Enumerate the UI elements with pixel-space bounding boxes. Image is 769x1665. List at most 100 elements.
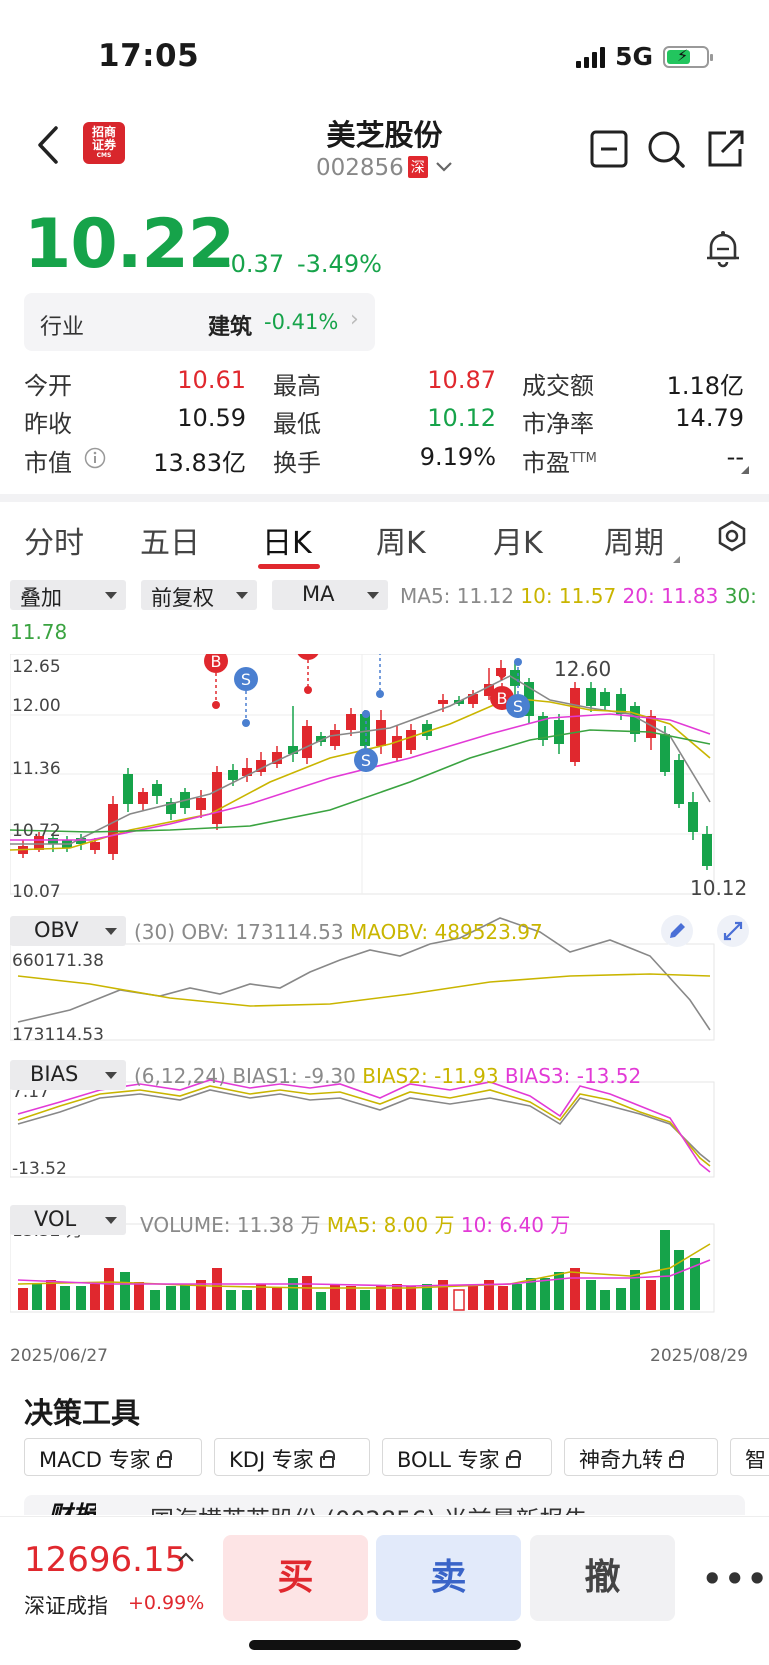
bias-params: (6,12,24) — [134, 1064, 226, 1088]
volume-bar — [346, 1286, 356, 1310]
exchange-badge: 深 — [407, 156, 428, 178]
candle-body — [376, 720, 386, 746]
bias3-value: BIAS3: -13.52 — [504, 1064, 642, 1088]
industry-link[interactable]: 行业 建筑 -0.41% › — [24, 293, 375, 351]
adjust-selector[interactable]: 前复权 — [141, 580, 257, 610]
obv-selector[interactable]: OBV — [10, 916, 126, 946]
volume-bar — [90, 1284, 100, 1310]
tool-boll[interactable]: BOLL 专家 — [382, 1438, 552, 1476]
stat-label-high: 最高 — [273, 372, 321, 400]
tab-monthly-k[interactable]: 月K — [493, 518, 543, 562]
tab-daily-k[interactable]: 日K — [262, 518, 312, 562]
stat-value-high: 10.87 — [427, 366, 496, 394]
marker-label: B — [497, 689, 508, 708]
candle-body — [660, 734, 670, 772]
obv-value: OBV: 173114.53 — [181, 920, 344, 944]
minus-box-icon[interactable] — [588, 128, 630, 170]
volume-bar — [46, 1280, 56, 1310]
obv-axis-bottom: 173114.53 — [12, 1025, 104, 1045]
info-icon[interactable] — [84, 447, 106, 469]
ma30-readout: 30: — [724, 584, 757, 608]
lock-icon — [505, 1450, 521, 1468]
index-value[interactable]: 12696.15 — [24, 1540, 186, 1580]
sell-button[interactable]: 卖 — [376, 1535, 521, 1621]
expand-stats-icon[interactable] — [741, 466, 749, 474]
volume-panel — [17, 1230, 711, 1311]
volume-bar — [120, 1272, 130, 1310]
ma-readout: MA5: 11.12 10: 11.57 20: 11.83 30: — [400, 584, 757, 608]
settings-icon[interactable] — [716, 520, 748, 552]
maobv-value: MAOBV: 489523.97 — [349, 920, 543, 944]
bias1-line — [17, 1089, 711, 1163]
bias-panel — [17, 1079, 711, 1173]
obv-readout: (30) OBV: 173114.53 MAOBV: 489523.97 — [134, 920, 543, 944]
tab-weekly-k[interactable]: 周K — [376, 518, 426, 562]
ma20-readout: 20: 11.83 — [622, 584, 719, 608]
tab-period[interactable]: 周期 — [604, 518, 664, 562]
index-name: 深证成指 — [24, 1594, 108, 1618]
vol-ma10-value: 10: 6.40 万 — [460, 1213, 571, 1237]
volume-bar — [180, 1284, 190, 1310]
status-time: 17:05 — [98, 38, 200, 74]
volume-bar — [256, 1284, 266, 1310]
ma5-readout: MA5: 11.12 — [400, 584, 515, 608]
buy-button[interactable]: 买 — [223, 1535, 368, 1621]
volume-bar — [212, 1268, 222, 1310]
more-menu-icon[interactable]: ••• — [702, 1560, 769, 1598]
volume-bar — [616, 1288, 626, 1310]
stat-label-open: 今开 — [24, 372, 72, 400]
tool-macd[interactable]: MACD 专家 — [24, 1438, 202, 1476]
vol-selector[interactable]: VOL — [10, 1205, 126, 1235]
stat-value-turnover-amount: 1.18亿 — [666, 372, 744, 400]
volume-bar — [376, 1286, 386, 1310]
kline-chart[interactable]: BSBSSBS 12.65 12.00 11.36 10.72 10.07 12… — [10, 654, 760, 1344]
marker-label: S — [361, 751, 371, 770]
tool-macd-label: MACD 专家 — [39, 1448, 151, 1472]
candle-body — [392, 736, 402, 758]
share-icon[interactable] — [704, 128, 746, 170]
candle-body — [438, 700, 448, 704]
bias3-line — [17, 1079, 711, 1173]
alert-bell-icon[interactable] — [702, 228, 744, 270]
marker-dot — [362, 710, 370, 718]
candle-body — [570, 688, 580, 762]
marker-label: S — [241, 670, 251, 689]
industry-label: 行业 — [40, 315, 85, 340]
tool-more[interactable]: 智 — [730, 1438, 769, 1476]
search-icon[interactable] — [645, 128, 687, 170]
price-axis-bottom: 10.07 — [12, 882, 61, 902]
volume-bar — [674, 1250, 684, 1310]
chevron-up-icon[interactable] — [176, 1550, 196, 1564]
marker-dot — [514, 658, 522, 666]
stat-label-pb: 市净率 — [522, 410, 594, 438]
volume-bar — [226, 1290, 236, 1310]
candle-body — [688, 802, 698, 832]
network-type: 5G — [615, 42, 653, 71]
candle-body — [302, 726, 312, 758]
cancel-order-button[interactable]: 撤 — [530, 1535, 675, 1621]
tool-magic-nine[interactable]: 神奇九转 — [564, 1438, 718, 1476]
overlay-selector[interactable]: 叠加 — [10, 580, 126, 610]
tab-intraday[interactable]: 分时 — [24, 518, 84, 562]
price-change: -0.37 — [222, 250, 285, 278]
candle-body — [702, 834, 712, 866]
fullscreen-icon[interactable] — [716, 914, 750, 948]
candle-body — [228, 770, 238, 780]
main-indicator-selector[interactable]: MA — [272, 580, 388, 610]
volume-bar — [498, 1286, 508, 1310]
bias-selector[interactable]: BIAS — [10, 1060, 126, 1090]
maobv-line — [17, 973, 711, 1007]
vol-ma5-value: MA5: 8.00 万 — [326, 1213, 455, 1237]
section-divider — [0, 494, 769, 502]
tab-five-day[interactable]: 五日 — [140, 518, 200, 562]
volume-bar — [646, 1280, 656, 1310]
volume-bar — [134, 1282, 144, 1310]
chevron-right-icon: › — [350, 307, 359, 332]
high-price-label: 12.60 — [554, 657, 611, 681]
lock-icon — [156, 1450, 172, 1468]
candle-body — [196, 798, 206, 810]
stat-label-turnover-amount: 成交额 — [522, 372, 594, 400]
stat-label-pe: 市盈TTM — [522, 443, 597, 478]
tool-kdj[interactable]: KDJ 专家 — [214, 1438, 370, 1476]
edit-icon[interactable] — [660, 914, 694, 948]
